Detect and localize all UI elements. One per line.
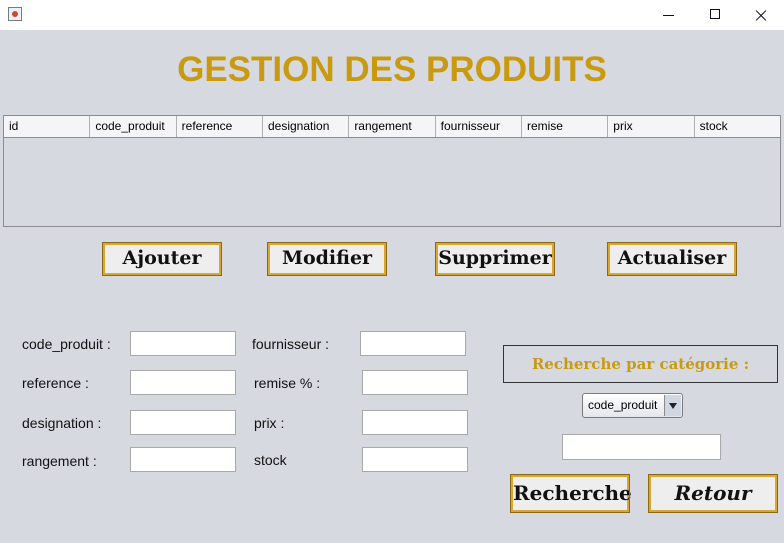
rangement-field[interactable]: [130, 447, 236, 472]
search-field[interactable]: [562, 434, 721, 460]
fournisseur-field[interactable]: [360, 331, 466, 356]
prix-label: prix :: [254, 415, 285, 431]
delete-button[interactable]: Supprimer: [435, 242, 555, 276]
back-button[interactable]: Retour: [648, 474, 778, 513]
column-header-id[interactable]: id: [4, 116, 91, 137]
category-select-value: code_produit: [588, 398, 658, 412]
chevron-down-icon[interactable]: [664, 395, 681, 416]
search-button[interactable]: Recherche: [510, 474, 632, 513]
title-bar: [0, 0, 784, 30]
column-header-reference[interactable]: reference: [177, 116, 263, 137]
remise-field[interactable]: [362, 370, 468, 395]
category-search-title: Recherche par catégorie :: [503, 345, 778, 383]
minimize-icon[interactable]: [646, 0, 692, 30]
stock-field[interactable]: [362, 447, 468, 472]
java-app-icon: [8, 7, 22, 21]
code-produit-label: code_produit :: [22, 336, 111, 352]
maximize-icon[interactable]: [692, 0, 738, 30]
column-header-rangement[interactable]: rangement: [349, 116, 436, 137]
designation-label: designation :: [22, 415, 102, 431]
page-title: GESTION DES PRODUITS: [177, 50, 607, 89]
products-table[interactable]: id code_produit reference designation ra…: [3, 115, 781, 227]
column-header-fournisseur[interactable]: fournisseur: [436, 116, 522, 137]
column-header-code-produit[interactable]: code_produit: [90, 116, 177, 137]
designation-field[interactable]: [130, 410, 236, 435]
rangement-label: rangement :: [22, 453, 97, 469]
fournisseur-label: fournisseur :: [252, 336, 330, 352]
category-select[interactable]: code_produit: [582, 393, 683, 418]
prix-field[interactable]: [362, 410, 468, 435]
add-button[interactable]: Ajouter: [102, 242, 222, 276]
column-header-designation[interactable]: designation: [263, 116, 350, 137]
remise-label: remise % :: [254, 375, 321, 391]
code-produit-field[interactable]: [130, 331, 236, 356]
column-header-prix[interactable]: prix: [608, 116, 695, 137]
stock-label: stock: [254, 452, 287, 468]
reference-label: reference :: [22, 375, 89, 391]
reference-field[interactable]: [130, 370, 236, 395]
refresh-button[interactable]: Actualiser: [607, 242, 737, 276]
table-header: id code_produit reference designation ra…: [4, 116, 780, 138]
column-header-stock[interactable]: stock: [695, 116, 780, 137]
close-icon[interactable]: [738, 0, 784, 30]
edit-button[interactable]: Modifier: [267, 242, 387, 276]
column-header-remise[interactable]: remise: [522, 116, 609, 137]
